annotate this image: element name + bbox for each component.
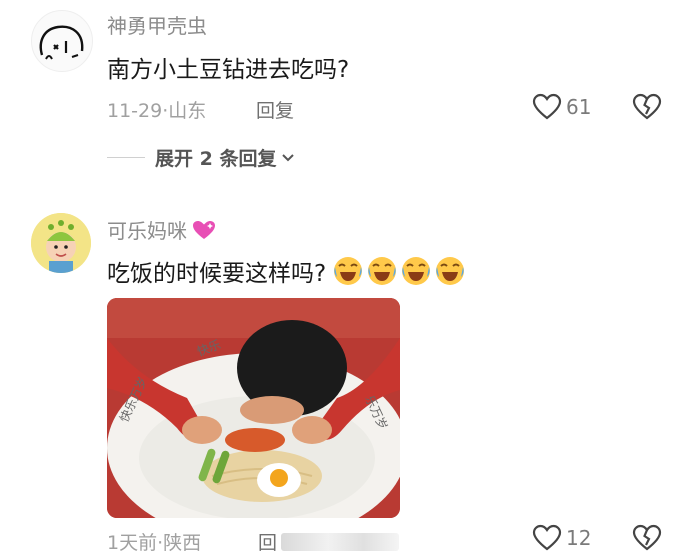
like-button[interactable]: 12 xyxy=(532,524,591,552)
baby-avatar-icon xyxy=(31,213,91,273)
comment-username[interactable]: 神勇甲壳虫 xyxy=(107,10,207,39)
broken-heart-icon xyxy=(632,93,662,120)
chevron-down-icon xyxy=(282,153,295,161)
crying-laughing-emoji-icon xyxy=(334,257,363,285)
username-label: 可乐妈咪 xyxy=(107,219,187,243)
comment-location: 陕西 xyxy=(163,532,202,554)
comment-time: 11-29 xyxy=(107,100,163,122)
comment-time: 1天前 xyxy=(107,532,158,554)
comment-text-label: 吃饭的时候要这样吗? xyxy=(107,261,327,287)
crying-laughing-emoji-icon xyxy=(402,257,431,285)
photo-illustration: 快乐万岁 快乐 乐万岁 xyxy=(107,298,400,518)
expand-replies-label: 展开 2 条回复 xyxy=(155,148,277,170)
comment-location: 山东 xyxy=(168,100,207,122)
dislike-button[interactable] xyxy=(632,524,662,552)
expand-replies[interactable]: 展开 2 条回复 xyxy=(107,144,296,171)
reply-label: 回 xyxy=(258,532,278,554)
like-count: 12 xyxy=(566,526,592,550)
sparkling-heart-icon xyxy=(193,220,215,239)
like-button[interactable]: 61 xyxy=(532,93,591,121)
reply-button[interactable]: 回复 xyxy=(256,96,294,123)
avatar[interactable] xyxy=(31,10,93,72)
reply-button[interactable]: 回 xyxy=(258,528,400,555)
broken-heart-icon xyxy=(632,524,662,551)
divider-line xyxy=(107,157,145,158)
comment-photo[interactable]: 快乐万岁 快乐 乐万岁 xyxy=(107,298,400,518)
avatar[interactable] xyxy=(31,213,91,273)
like-count: 61 xyxy=(566,95,592,119)
emoji-row xyxy=(330,255,466,287)
doodle-avatar-icon xyxy=(39,25,84,60)
comment-meta: 1天前·陕西 xyxy=(107,528,201,555)
watermark xyxy=(281,532,400,551)
heart-icon xyxy=(532,524,562,551)
crying-laughing-emoji-icon xyxy=(368,257,397,285)
comment-text: 南方小土豆钻进去吃吗? xyxy=(107,57,350,83)
heart-icon xyxy=(532,93,562,120)
comment-username[interactable]: 可乐妈咪 xyxy=(107,215,217,244)
dislike-button[interactable] xyxy=(632,93,662,121)
crying-laughing-emoji-icon xyxy=(436,257,465,285)
comment-text: 吃饭的时候要这样吗? xyxy=(107,254,466,288)
comment-meta: 11-29·山东 xyxy=(107,96,206,123)
